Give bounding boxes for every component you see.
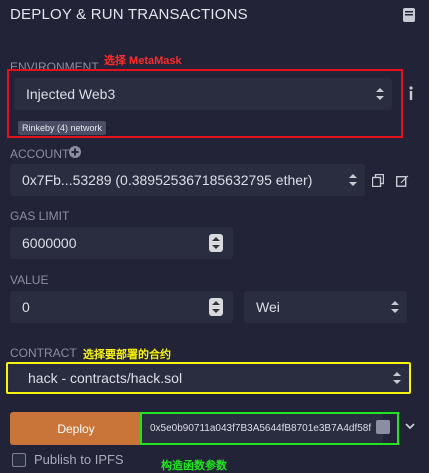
plugin-icon[interactable] — [403, 8, 415, 22]
value-unit: Wei — [256, 299, 280, 315]
gas-limit-input[interactable]: 6000000 — [10, 227, 233, 259]
select-arrows-icon — [376, 88, 384, 100]
stepper-icon[interactable] — [209, 234, 223, 252]
account-value: 0x7Fb...53289 (0.389525367185632795 ethe… — [22, 172, 313, 188]
select-arrows-icon — [393, 372, 401, 384]
edit-icon[interactable] — [396, 174, 409, 187]
value-unit-select[interactable]: Wei — [244, 291, 407, 323]
contract-annotation: 选择要部署的合约 — [83, 349, 171, 361]
value-input[interactable]: 0 — [10, 291, 233, 323]
environment-value: Injected Web3 — [26, 86, 116, 102]
environment-select[interactable]: Injected Web3 — [14, 78, 392, 110]
gas-limit-value: 6000000 — [22, 235, 77, 251]
info-icon[interactable] — [408, 86, 414, 100]
contract-value: hack - contracts/hack.sol — [28, 370, 183, 386]
clipboard-icon[interactable] — [376, 420, 390, 434]
environment-annotation: 选择 MetaMask — [104, 55, 182, 67]
constructor-args-value: 0x5e0b90711a043f7B3A5644fB8701e3B7A4df58… — [150, 423, 372, 434]
chevron-down-icon[interactable] — [405, 423, 415, 430]
panel-title: DEPLOY & RUN TRANSACTIONS — [10, 6, 248, 23]
account-select[interactable]: 0x7Fb...53289 (0.389525367185632795 ethe… — [10, 164, 365, 196]
stepper-icon[interactable] — [209, 298, 223, 316]
publish-checkbox[interactable] — [12, 453, 26, 467]
publish-label: Publish to IPFS — [34, 452, 124, 467]
select-arrows-icon — [391, 301, 399, 313]
account-label: ACCOUNT — [10, 147, 70, 161]
copy-icon[interactable] — [372, 174, 384, 187]
constructor-args-input[interactable]: 0x5e0b90711a043f7B3A5644fB8701e3B7A4df58… — [142, 414, 383, 443]
constructor-annotation: 构造函数参数 — [161, 460, 227, 472]
contract-label: CONTRACT — [10, 346, 77, 360]
value-amount: 0 — [22, 299, 30, 315]
gas-limit-label: GAS LIMIT — [10, 209, 70, 223]
value-label: VALUE — [10, 273, 49, 287]
add-account-icon[interactable] — [69, 146, 81, 158]
deploy-button[interactable]: Deploy — [10, 412, 142, 445]
select-arrows-icon — [349, 174, 357, 186]
contract-select[interactable]: hack - contracts/hack.sol — [8, 364, 409, 392]
network-badge: Rinkeby (4) network — [18, 121, 107, 135]
